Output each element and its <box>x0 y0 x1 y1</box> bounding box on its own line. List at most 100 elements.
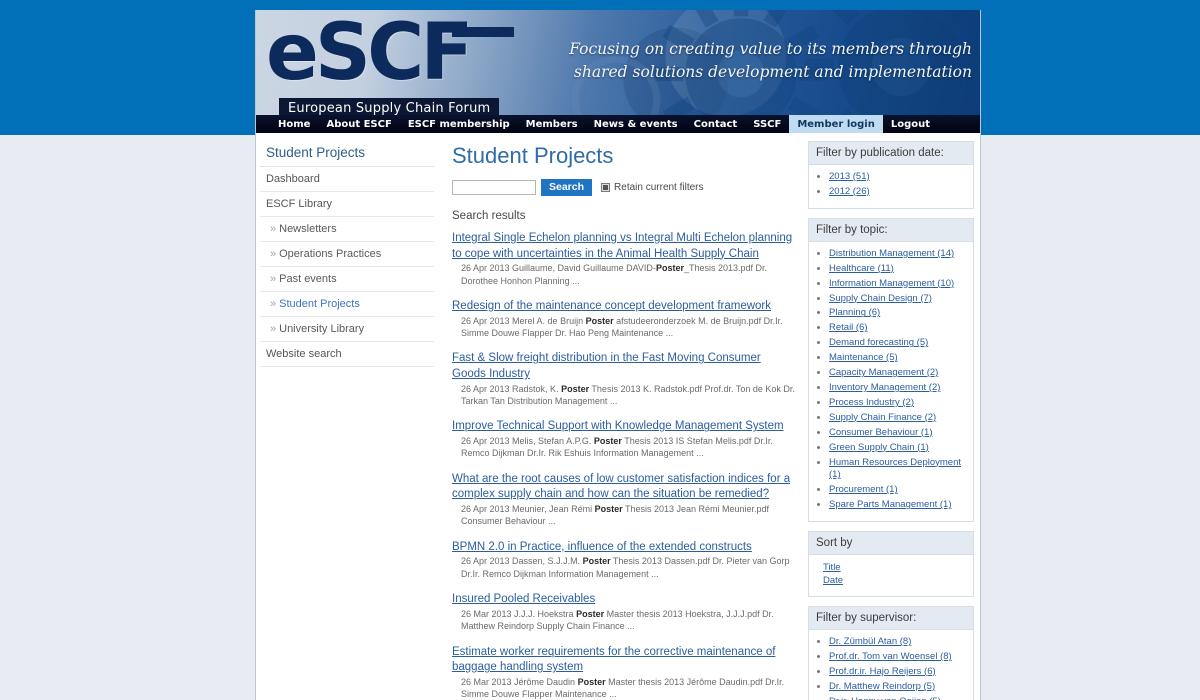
search-result-item: Insured Pooled Receivables 26 Mar 2013 J.… <box>452 591 796 632</box>
search-result-snippet: 26 Apr 2013 Dassen, S.J.J.M. Poster Thes… <box>461 555 796 580</box>
filter-topic-link[interactable]: Supply Chain Design (7) <box>829 293 932 304</box>
filter-supervisor-link[interactable]: Dr. Matthew Reindorp (5) <box>829 681 935 692</box>
filter-supervisor-link[interactable]: Prof.dr.ir. Hajo Reijers (6) <box>829 666 936 677</box>
header-tagline: Focusing on creating value to its member… <box>552 38 972 85</box>
sort-by-panel: Sort by Title Date <box>808 531 974 598</box>
search-result-title-link[interactable]: Redesign of the maintenance concept deve… <box>452 300 771 312</box>
snippet-highlight: Poster <box>655 263 684 274</box>
escf-logo-text: eSCF <box>266 10 474 98</box>
search-result-title-link[interactable]: What are the root causes of low customer… <box>452 473 790 501</box>
search-result-snippet: 26 Mar 2013 Jérôme Daudin Poster Master … <box>461 676 796 700</box>
snippet-prefix: 26 Mar 2013 J.J.J. Hoekstra <box>461 608 577 619</box>
filter-topic-link[interactable]: Maintenance (5) <box>829 352 898 363</box>
list-item: Planning (6) <box>829 307 967 320</box>
search-result-snippet: 26 Mar 2013 J.J.J. Hoekstra Poster Maste… <box>461 608 796 633</box>
right-rail: Filter by publication date: 2013 (51)201… <box>804 133 980 700</box>
snippet-highlight: Poster <box>582 556 611 567</box>
sidebar-item-university-library[interactable]: » University Library <box>260 317 434 342</box>
nav-item-sscf[interactable]: SSCF <box>745 115 789 133</box>
search-result-item: What are the root causes of low customer… <box>452 471 796 528</box>
filter-topic-link[interactable]: Healthcare (11) <box>829 263 894 274</box>
nav-item-member-login[interactable]: Member login <box>789 115 883 133</box>
site-header-banner: eSCF European Supply Chain Forum Focusin… <box>256 10 980 115</box>
filter-topic-link[interactable]: Retail (6) <box>829 322 868 333</box>
snippet-prefix: 26 Apr 2013 Dassen, S.J.J.M. <box>461 556 583 567</box>
search-result-title-link[interactable]: BPMN 2.0 in Practice, influence of the e… <box>452 541 752 553</box>
search-result-item: Redesign of the maintenance concept deve… <box>452 298 796 339</box>
escf-logo-bar <box>452 27 514 37</box>
filter-publication-date-link[interactable]: 2013 (51) <box>829 171 870 182</box>
sidebar-item-newsletters[interactable]: » Newsletters <box>260 217 434 242</box>
filter-topic-link[interactable]: Planning (6) <box>829 307 880 318</box>
nav-item-contact[interactable]: Contact <box>686 115 746 133</box>
list-item: Healthcare (11) <box>829 263 967 276</box>
sidebar-nav-list: Dashboard ESCF Library » Newsletters» Operat… <box>260 167 434 367</box>
search-result-snippet: 26 Apr 2013 Radstok, K. Poster Thesis 20… <box>461 383 796 408</box>
filter-topic-link[interactable]: Demand forecasting (5) <box>829 337 928 348</box>
sidebar-item-label: ESCF Library <box>266 198 333 210</box>
search-result-title-link[interactable]: Improve Technical Support with Knowledge… <box>452 420 784 432</box>
search-row: Search Retain current filters <box>452 179 796 196</box>
filter-topic-link[interactable]: Supply Chain Finance (2) <box>829 412 936 423</box>
search-result-item: BPMN 2.0 in Practice, influence of the e… <box>452 539 796 580</box>
sidebar-item-past-events[interactable]: » Past events <box>260 267 434 292</box>
filter-supervisor-list: Dr. Zümbül Atan (8) Prof.dr. Tom van Woen… <box>809 630 973 700</box>
filter-publication-date-list: 2013 (51) 2012 (26) <box>809 165 973 208</box>
filter-supervisor-link[interactable]: Dr. Zümbül Atan (8) <box>829 636 911 647</box>
filter-topic-link[interactable]: Green Supply Chain (1) <box>829 442 929 453</box>
sidebar-item-website-search[interactable]: Website search <box>260 342 434 367</box>
sidebar-item-label: Dashboard <box>266 173 320 185</box>
list-item: Green Supply Chain (1) <box>829 442 967 455</box>
sidebar-item-operations-practices[interactable]: » Operations Practices <box>260 242 434 267</box>
search-results-list: Integral Single Echelon planning vs Inte… <box>450 230 796 700</box>
filter-topic-link[interactable]: Consumer Behaviour (1) <box>829 427 933 438</box>
nav-item-home[interactable]: Home <box>270 115 318 133</box>
nav-item-members[interactable]: Members <box>518 115 586 133</box>
filter-publication-date-link[interactable]: 2012 (26) <box>829 186 870 197</box>
search-result-title-link[interactable]: Integral Single Echelon planning vs Inte… <box>452 232 792 260</box>
tagline-line-2: shared solutions development and impleme… <box>573 63 972 82</box>
search-result-title-link[interactable]: Estimate worker requirements for the cor… <box>452 646 775 674</box>
snippet-highlight: Poster <box>577 676 606 687</box>
snippet-prefix: 26 Mar 2013 Jérôme Daudin <box>461 676 578 687</box>
list-item: Supply Chain Design (7) <box>829 293 967 306</box>
nav-item-logout[interactable]: Logout <box>883 115 938 133</box>
sort-by-link[interactable]: Date <box>823 575 966 586</box>
filter-topic-link[interactable]: Human Resources Deployment (1) <box>829 457 961 481</box>
filter-supervisor-panel: Filter by supervisor: Dr. Zümbül Atan (8… <box>808 606 974 700</box>
search-button[interactable]: Search <box>541 179 593 196</box>
sidebar-item-dashboard[interactable]: Dashboard <box>260 167 434 192</box>
nav-item-escf-membership[interactable]: ESCF membership <box>400 115 518 133</box>
snippet-highlight: Poster <box>576 608 605 619</box>
tagline-line-1: Focusing on creating value to its member… <box>569 40 972 58</box>
filter-topic-link[interactable]: Spare Parts Management (1) <box>829 499 952 510</box>
list-item: Distribution Management (14) <box>829 248 967 261</box>
sort-by-link[interactable]: Title <box>823 562 966 573</box>
chevron-right-icon: » <box>270 273 277 285</box>
nav-item-news-events[interactable]: News & events <box>586 115 686 133</box>
filter-topic-link[interactable]: Distribution Management (14) <box>829 248 954 259</box>
retain-filters-checkbox[interactable] <box>601 183 611 192</box>
filter-topic-link[interactable]: Information Management (10) <box>829 278 954 289</box>
filter-topic-link[interactable]: Capacity Management (2) <box>829 367 938 378</box>
filter-topic-link[interactable]: Process Industry (2) <box>829 397 914 408</box>
site-container: eSCF European Supply Chain Forum Focusin… <box>255 10 981 700</box>
search-result-title-link[interactable]: Insured Pooled Receivables <box>452 593 595 605</box>
list-item: Consumer Behaviour (1) <box>829 427 967 440</box>
left-sidebar: Student Projects Dashboard ESCF Library» N… <box>256 133 442 700</box>
sidebar-item-student-projects[interactable]: » Student Projects <box>260 292 434 317</box>
retain-filters-toggle[interactable]: Retain current filters <box>601 182 704 193</box>
filter-supervisor-link[interactable]: Dr.ir. Henny van Ooijen (5) <box>829 696 941 700</box>
search-input[interactable] <box>452 180 536 195</box>
sort-by-heading: Sort by <box>809 532 973 556</box>
chevron-right-icon: » <box>270 298 277 310</box>
search-result-item: Estimate worker requirements for the cor… <box>452 644 796 700</box>
list-item: Prof.dr. Tom van Woensel (8) <box>829 651 967 664</box>
filter-topic-link[interactable]: Procurement (1) <box>829 484 898 495</box>
search-result-title-link[interactable]: Fast & Slow freight distribution in the … <box>452 352 761 380</box>
filter-supervisor-link[interactable]: Prof.dr. Tom van Woensel (8) <box>829 651 952 662</box>
nav-item-about-escf[interactable]: About ESCF <box>318 115 399 133</box>
list-item: Dr. Matthew Reindorp (5) <box>829 681 967 694</box>
filter-topic-link[interactable]: Inventory Management (2) <box>829 382 940 393</box>
sidebar-item-escf-library[interactable]: ESCF Library <box>260 192 434 217</box>
